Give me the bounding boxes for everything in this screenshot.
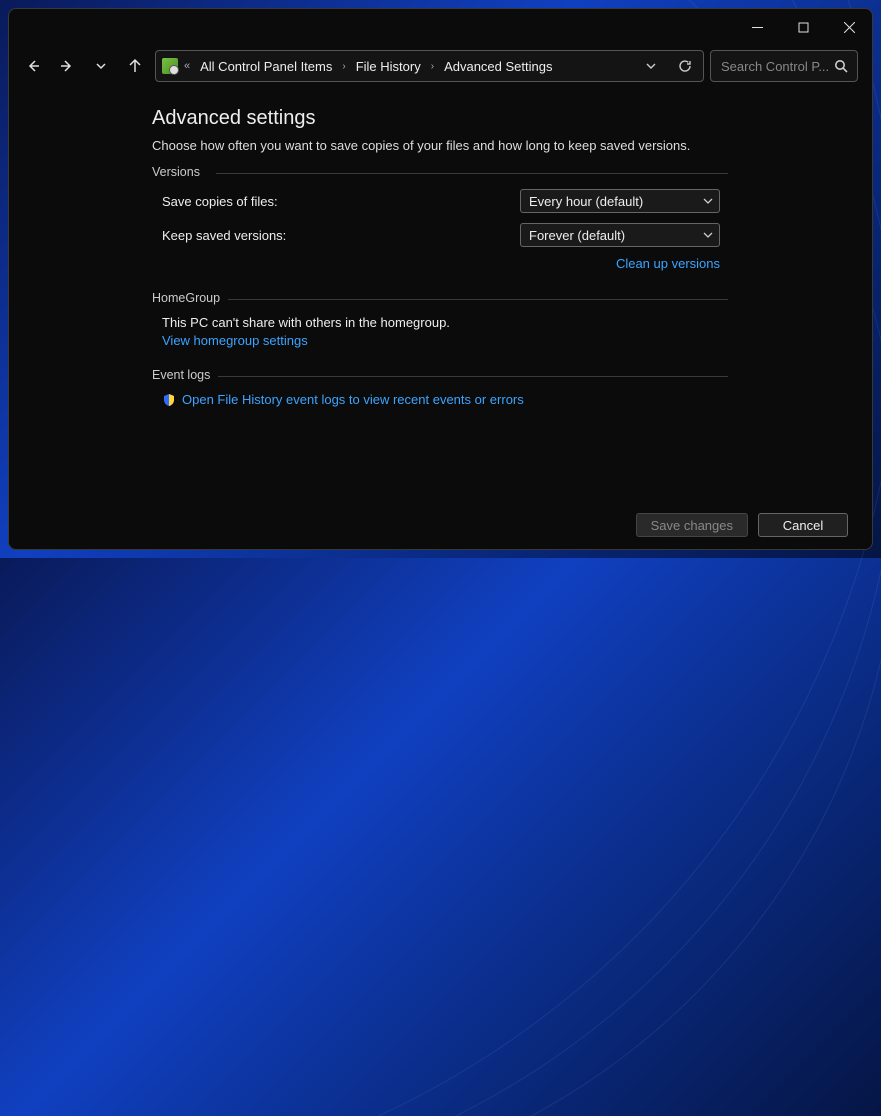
control-panel-icon (162, 58, 178, 74)
search-input[interactable] (721, 59, 831, 74)
save-changes-button: Save changes (636, 513, 748, 537)
breadcrumb-item[interactable]: File History (352, 57, 425, 76)
address-dropdown-button[interactable] (637, 52, 665, 80)
address-bar[interactable]: « All Control Panel Items › File History… (155, 50, 704, 82)
homegroup-legend: HomeGroup (152, 291, 728, 305)
keep-versions-select[interactable]: Forever (default) (520, 223, 720, 247)
breadcrumb-item[interactable]: Advanced Settings (440, 57, 556, 76)
page-description: Choose how often you want to save copies… (152, 138, 872, 153)
chevron-down-icon (703, 196, 713, 206)
homegroup-text: This PC can't share with others in the h… (152, 315, 728, 330)
chevron-down-icon (703, 230, 713, 240)
forward-button[interactable] (53, 52, 81, 80)
close-button[interactable] (826, 9, 872, 45)
eventlogs-legend: Event logs (152, 368, 728, 382)
chevron-right-icon: › (342, 61, 345, 72)
cancel-button[interactable]: Cancel (758, 513, 848, 537)
save-copies-label: Save copies of files: (162, 194, 520, 209)
recent-locations-button[interactable] (87, 52, 115, 80)
view-homegroup-link[interactable]: View homegroup settings (162, 333, 308, 348)
titlebar (9, 9, 872, 45)
minimize-button[interactable] (734, 9, 780, 45)
up-button[interactable] (121, 52, 149, 80)
versions-group: Versions Save copies of files: Every hou… (152, 165, 728, 273)
keep-versions-label: Keep saved versions: (162, 228, 520, 243)
versions-legend: Versions (152, 165, 728, 179)
footer: Save changes Cancel (9, 501, 872, 549)
open-eventlogs-link[interactable]: Open File History event logs to view rec… (182, 392, 524, 407)
chevron-right-icon: › (431, 61, 434, 72)
save-copies-select[interactable]: Every hour (default) (520, 189, 720, 213)
homegroup-group: HomeGroup This PC can't share with other… (152, 291, 728, 350)
chevron-left-icon[interactable]: « (184, 60, 190, 72)
breadcrumb-item[interactable]: All Control Panel Items (196, 57, 336, 76)
back-button[interactable] (19, 52, 47, 80)
maximize-button[interactable] (780, 9, 826, 45)
search-button[interactable] (831, 56, 851, 76)
page-title: Advanced settings (152, 107, 872, 130)
window: « All Control Panel Items › File History… (8, 8, 873, 550)
shield-icon (162, 393, 176, 407)
content-area: Advanced settings Choose how often you w… (9, 87, 872, 501)
search-box[interactable] (710, 50, 858, 82)
eventlogs-group: Event logs Open File History event logs … (152, 368, 728, 407)
nav-row: « All Control Panel Items › File History… (9, 45, 872, 87)
cleanup-versions-link[interactable]: Clean up versions (616, 256, 720, 271)
refresh-button[interactable] (671, 52, 699, 80)
